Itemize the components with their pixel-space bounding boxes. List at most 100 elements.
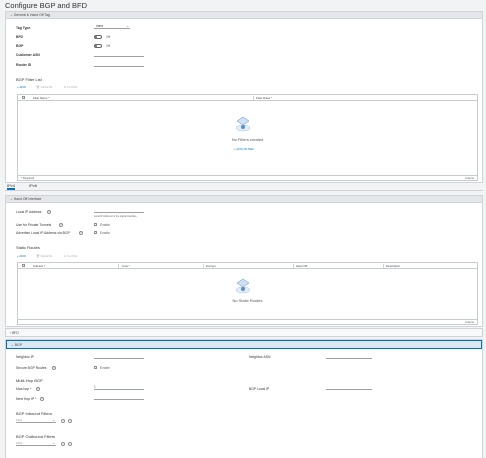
bfd-toggle[interactable] bbox=[94, 35, 102, 39]
col-cost[interactable]: Cost * bbox=[122, 263, 130, 269]
static-routes-title: Static Routes bbox=[16, 245, 40, 250]
secure-bgp-checkbox[interactable] bbox=[94, 366, 97, 369]
select-all-checkbox[interactable] bbox=[22, 96, 25, 99]
bgp-toggle[interactable] bbox=[94, 44, 102, 48]
column-divider bbox=[118, 264, 119, 268]
router-id-label: Router ID bbox=[16, 63, 32, 67]
empty-state-icon bbox=[235, 278, 251, 294]
column-divider bbox=[253, 96, 254, 100]
next-hop-input[interactable] bbox=[94, 395, 144, 400]
add-filter-link[interactable]: + ADD FILTER bbox=[234, 147, 254, 151]
general-section-header[interactable]: ⌄ General & Hand Off Tag bbox=[6, 12, 482, 19]
info-icon[interactable]: i bbox=[52, 366, 56, 370]
inbound-filter-select[interactable]: Filter ⌄ bbox=[16, 418, 56, 423]
info-icon[interactable]: i bbox=[40, 397, 44, 401]
bfd-section-header[interactable]: › BFD bbox=[5, 328, 483, 337]
route-delete-label: DELETE bbox=[40, 254, 53, 258]
remove-filter-icon[interactable] bbox=[68, 442, 72, 446]
col-filter-name[interactable]: Filter Name * bbox=[33, 95, 49, 101]
bgp-toggle-state: Off bbox=[106, 44, 111, 48]
remove-filter-icon[interactable] bbox=[68, 419, 72, 423]
filter-list-title: BGP Filter List bbox=[16, 77, 42, 82]
bgp-section-header[interactable]: ⌄ BGP bbox=[6, 340, 482, 349]
required-note: * Required bbox=[21, 176, 35, 180]
chevron-down-icon: ⌄ bbox=[52, 418, 55, 422]
col-filter-rules[interactable]: Filter Rules * bbox=[256, 95, 272, 101]
next-hop-label: Next Hop IP * bbox=[16, 397, 37, 401]
inbound-filters-title: BGP Inbound Filters bbox=[16, 411, 52, 416]
route-clone-label: CLONE bbox=[66, 254, 78, 258]
route-delete-button[interactable]: 🗑 DELETE bbox=[36, 254, 52, 258]
tab-ipv4[interactable]: IPv4 bbox=[7, 183, 16, 190]
customer-asn-label: Customer ASN bbox=[16, 53, 40, 57]
handoff-section-title: Hand Off Interface bbox=[13, 197, 42, 201]
bfd-toggle-state: Off bbox=[106, 35, 111, 39]
secure-bgp-label: Secure BGP Routes bbox=[16, 366, 47, 370]
advertise-enable-label: Enable bbox=[100, 231, 110, 235]
select-all-checkbox[interactable] bbox=[22, 264, 25, 267]
bgp-section-title: BGP bbox=[14, 343, 22, 347]
tag-type-value: none bbox=[96, 24, 104, 28]
info-icon[interactable]: i bbox=[59, 223, 63, 227]
col-subnets[interactable]: Subnets * bbox=[33, 263, 45, 269]
max-hop-value: 1 bbox=[94, 385, 96, 389]
info-icon[interactable]: i bbox=[47, 210, 51, 214]
routes-item-count: 0 items bbox=[464, 320, 474, 324]
neighbor-ip-label: Neighbor IP bbox=[16, 355, 34, 359]
local-ip-label: Local IP Address bbox=[16, 210, 42, 214]
private-tunnel-checkbox[interactable] bbox=[94, 223, 97, 226]
page-title: Configure BGP and BFD bbox=[5, 1, 87, 10]
tab-ipv6[interactable]: IPv6 bbox=[29, 183, 37, 188]
router-id-input[interactable] bbox=[94, 62, 144, 67]
outbound-filter-placeholder: Filter bbox=[16, 441, 23, 445]
routes-table-footer: 0 items bbox=[18, 319, 477, 324]
outbound-filter-select[interactable]: Filter ⌄ bbox=[16, 441, 56, 446]
filter-empty-text: No Filters created bbox=[231, 137, 264, 142]
outbound-filters-title: BGP Outbound Filters bbox=[16, 434, 56, 439]
inbound-filter-placeholder: Filter bbox=[16, 418, 23, 422]
max-hop-label: Max-hop * bbox=[16, 387, 32, 391]
bgp-section: ⌄ BGP Neighbor IP Neighbor ASN Secure BG… bbox=[5, 339, 483, 458]
bgp-local-ip-input[interactable] bbox=[326, 385, 372, 390]
bfd-label: BFD bbox=[16, 35, 23, 39]
handoff-section: ⌄ Hand Off Interface Local IP Address i … bbox=[5, 195, 483, 327]
neighbor-asn-input[interactable] bbox=[326, 354, 372, 359]
advertise-checkbox[interactable] bbox=[94, 231, 97, 234]
col-description[interactable]: Description bbox=[386, 263, 400, 269]
route-add-label: ADD bbox=[19, 254, 26, 258]
info-icon[interactable]: i bbox=[36, 387, 40, 391]
filter-clone-label: CLONE bbox=[66, 85, 78, 89]
bgp-label: BGP bbox=[16, 44, 24, 48]
filter-delete-button[interactable]: 🗑 DELETE bbox=[36, 85, 52, 89]
bfd-section-title: BFD bbox=[12, 331, 19, 335]
filter-item-count: 0 items bbox=[464, 176, 474, 180]
chevron-down-icon: ⌄ bbox=[126, 24, 129, 28]
add-filter-icon[interactable] bbox=[61, 419, 65, 423]
tab-divider bbox=[5, 190, 483, 191]
empty-state-icon bbox=[235, 116, 251, 132]
customer-asn-input[interactable] bbox=[94, 52, 144, 57]
col-handoff[interactable]: Hand Off bbox=[296, 263, 307, 269]
secure-bgp-enable-label: Enable bbox=[100, 366, 110, 370]
routes-table-header: Subnets * Cost * Encrypt Hand Off Descri… bbox=[18, 263, 477, 269]
private-tunnel-label: Use for Private Tunnels bbox=[16, 223, 52, 227]
filter-add-button[interactable]: + ADD bbox=[17, 85, 26, 89]
route-clone-button[interactable]: ⧉ CLONE bbox=[64, 254, 77, 258]
chevron-down-icon: ⌄ bbox=[52, 441, 55, 445]
max-hop-input[interactable]: 1 bbox=[94, 385, 144, 390]
add-filter-icon[interactable] bbox=[61, 442, 65, 446]
filter-clone-button[interactable]: ⧉ CLONE bbox=[64, 85, 77, 89]
col-encrypt[interactable]: Encrypt bbox=[206, 263, 215, 269]
handoff-section-header[interactable]: ⌄ Hand Off Interface bbox=[6, 196, 482, 203]
filter-add-label: ADD bbox=[19, 85, 26, 89]
tag-type-select[interactable]: none ⌄ bbox=[94, 24, 130, 29]
bgp-local-ip-label: BGP Local IP bbox=[249, 387, 270, 391]
column-divider bbox=[203, 264, 204, 268]
route-add-button[interactable]: + ADD bbox=[17, 254, 26, 258]
routes-empty-text: No Static Routes bbox=[232, 298, 263, 303]
local-ip-input[interactable] bbox=[94, 208, 144, 213]
neighbor-ip-input[interactable] bbox=[94, 354, 144, 359]
info-icon[interactable]: i bbox=[79, 231, 83, 235]
filter-table-footer: * Required 0 items bbox=[18, 175, 477, 180]
filter-table-header: Filter Name * Filter Rules * bbox=[18, 95, 477, 101]
